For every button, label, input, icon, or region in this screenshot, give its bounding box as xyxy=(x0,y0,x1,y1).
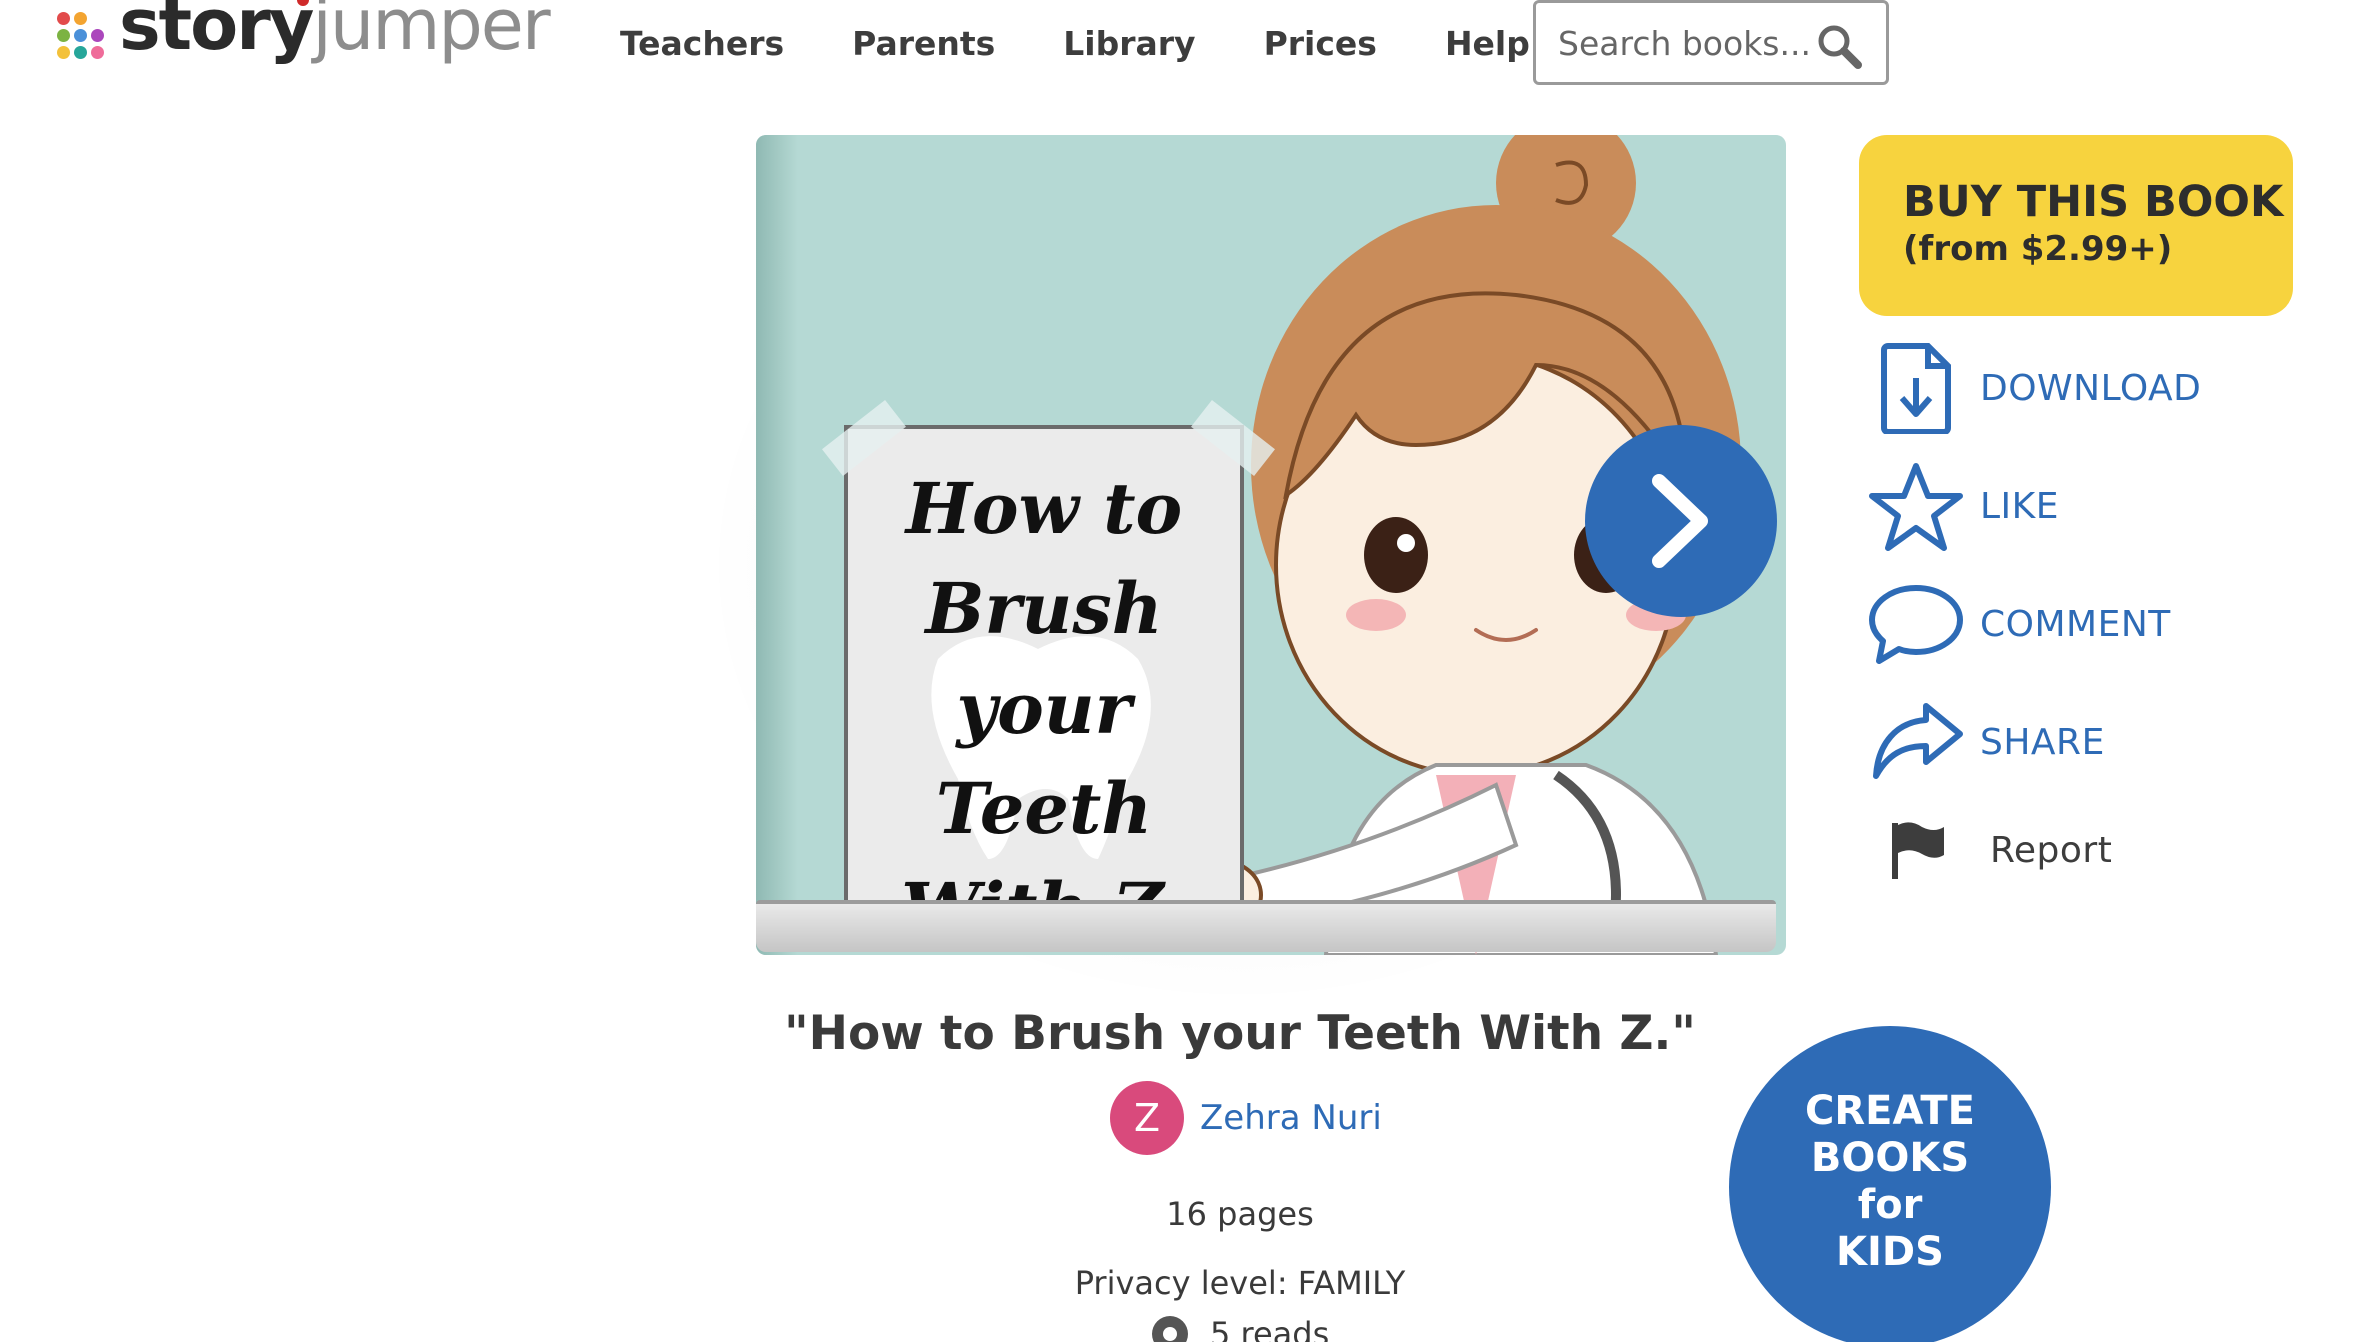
report-button[interactable]: Report xyxy=(1866,802,2112,898)
search-icon[interactable] xyxy=(1814,21,1864,71)
speech-bubble-icon xyxy=(1869,585,1963,664)
book-spine xyxy=(756,135,798,955)
nav-help[interactable]: Help xyxy=(1445,22,1530,66)
next-page-button[interactable] xyxy=(1585,425,1777,617)
share-button[interactable]: SHARE xyxy=(1866,694,2105,790)
page-count: 16 pages xyxy=(1166,1195,1314,1233)
cover-sign: How to Brush your Teeth With Z. xyxy=(822,399,1275,950)
nav-teachers[interactable]: Teachers xyxy=(620,22,784,66)
flag-icon xyxy=(1892,822,1944,879)
create-books-label: CREATE BOOKS for KIDS xyxy=(1805,1088,1975,1275)
author-name[interactable]: Zehra Nuri xyxy=(1200,1098,1382,1138)
logo-wordmark: storyjumper xyxy=(119,0,551,66)
search-box xyxy=(1533,0,1889,85)
book-page: storyjumper Teachers Parents Library Pri… xyxy=(0,0,2357,1342)
nav-parents[interactable]: Parents xyxy=(852,22,995,66)
create-books-for-kids-button[interactable]: CREATE BOOKS for KIDS xyxy=(1729,1026,2051,1342)
book-title: "How to Brush your Teeth With Z." xyxy=(784,1006,1696,1061)
nav-prices[interactable]: Prices xyxy=(1264,22,1377,66)
privacy-level: Privacy level: FAMILY xyxy=(1074,1264,1406,1302)
like-button[interactable]: LIKE xyxy=(1866,458,2059,554)
main-nav: Teachers Parents Library Prices Help xyxy=(620,22,1598,66)
avatar: Z xyxy=(1110,1081,1184,1155)
chevron-right-icon xyxy=(1652,474,1708,568)
star-icon xyxy=(1869,463,1963,551)
nav-library[interactable]: Library xyxy=(1063,22,1195,66)
search-input[interactable] xyxy=(1558,19,1828,67)
cover-title: How to Brush your Teeth With Z. xyxy=(901,467,1187,950)
buy-this-book-button[interactable]: BUY THIS BOOK (from $2.99+) xyxy=(1859,135,2293,316)
download-file-icon xyxy=(1881,343,1951,434)
author-link[interactable]: Z Zehra Nuri xyxy=(1110,1081,1382,1155)
logo-dots-icon xyxy=(57,12,113,62)
share-arrow-icon xyxy=(1873,703,1963,779)
eye-icon xyxy=(1152,1316,1188,1342)
comment-button[interactable]: COMMENT xyxy=(1866,576,2171,672)
read-count: 5 reads xyxy=(1148,1312,1329,1342)
download-button[interactable]: DOWNLOAD xyxy=(1866,340,2201,436)
book-pages-edge xyxy=(756,900,1776,952)
